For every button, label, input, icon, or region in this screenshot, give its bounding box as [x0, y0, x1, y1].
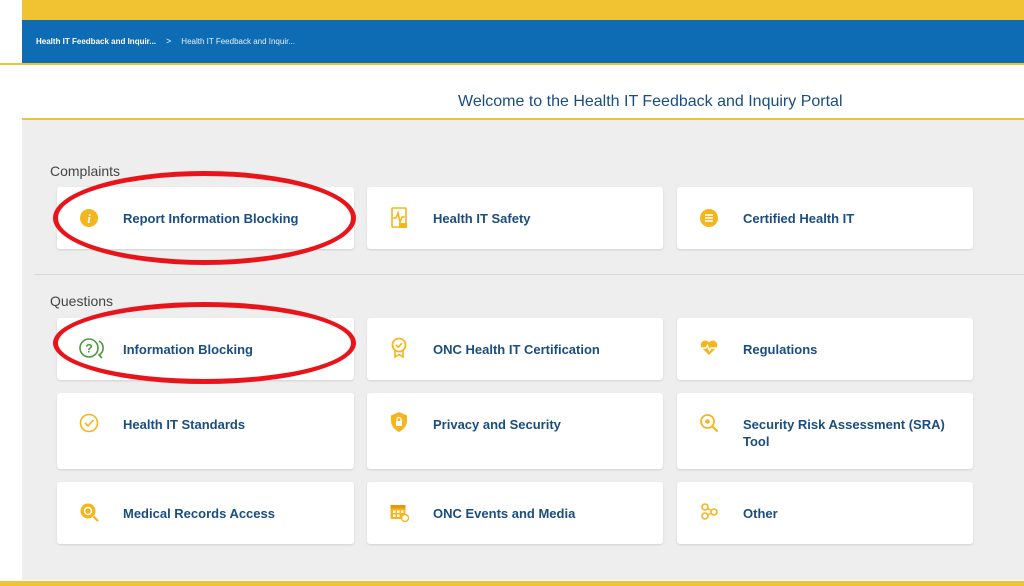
page-title: Welcome to the Health IT Feedback and In… [458, 93, 843, 110]
card-label: ONC Health IT Certification [433, 342, 600, 357]
calendar-icon [389, 502, 409, 522]
card-onc-health-it-certification[interactable]: ONC Health IT Certification [367, 318, 663, 380]
top-accent-bar [0, 0, 1024, 20]
card-health-it-standards[interactable]: Health IT Standards [57, 393, 354, 469]
award-badge-icon [389, 337, 409, 359]
card-certified-health-it[interactable]: Certified Health IT [677, 187, 973, 249]
info-circle-icon: i [79, 208, 99, 228]
card-label: ONC Events and Media [433, 506, 576, 521]
card-information-blocking[interactable]: ? Information Blocking [57, 318, 354, 380]
card-onc-events-and-media[interactable]: ONC Events and Media [367, 482, 663, 544]
card-label: Report Information Blocking [123, 211, 299, 226]
card-health-it-safety[interactable]: Health IT Safety [367, 187, 663, 249]
records-search-icon [79, 502, 99, 522]
check-circle-icon [79, 413, 99, 433]
list-circle-icon [699, 208, 719, 228]
card-medical-records-access[interactable]: Medical Records Access [57, 482, 354, 544]
breadcrumb-separator: > [166, 36, 172, 46]
card-regulations[interactable]: Regulations [677, 318, 973, 380]
heart-pulse-icon [699, 338, 719, 358]
complaints-heading: Complaints [50, 163, 121, 179]
card-label: Regulations [743, 342, 818, 357]
questions-heading: Questions [50, 293, 114, 309]
question-speech-icon: ? [79, 338, 109, 359]
card-other[interactable]: Other [677, 482, 973, 544]
molecule-icon [699, 502, 719, 522]
section-divider [34, 274, 1024, 275]
card-label: Health IT Safety [433, 211, 531, 226]
document-pulse-icon [389, 207, 409, 228]
card-security-risk-assessment-tool[interactable]: Security Risk Assessment (SRA) Tool [677, 393, 973, 469]
breadcrumb-item-root[interactable]: Health IT Feedback and Inquir... [36, 20, 156, 63]
card-report-information-blocking[interactable]: i Report Information Blocking [57, 187, 354, 249]
breadcrumb: Health IT Feedback and Inquir... > Healt… [36, 20, 295, 63]
card-label: Security Risk Assessment (SRA) Tool [743, 417, 945, 449]
card-label: Information Blocking [123, 342, 253, 357]
card-label: Medical Records Access [123, 506, 275, 521]
breadcrumb-item-current: Health IT Feedback and Inquir... [181, 37, 295, 46]
card-label: Privacy and Security [433, 417, 561, 432]
magnifier-plus-icon [699, 413, 719, 433]
svg-text:i: i [87, 211, 91, 226]
card-privacy-and-security[interactable]: Privacy and Security [367, 393, 663, 469]
welcome-header: Welcome to the Health IT Feedback and In… [22, 65, 1024, 120]
card-label: Health IT Standards [123, 417, 246, 432]
bottom-accent-bar [0, 581, 1024, 586]
breadcrumb-bar: Health IT Feedback and Inquir... > Healt… [0, 20, 1024, 65]
shield-lock-icon [389, 412, 409, 432]
card-label: Other [743, 506, 778, 521]
svg-text:?: ? [85, 342, 92, 356]
card-label: Certified Health IT [743, 211, 855, 226]
